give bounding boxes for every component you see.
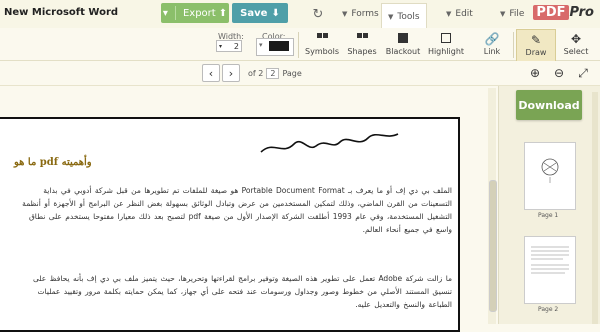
thumbnail-preview (541, 158, 559, 183)
menu-edit[interactable]: ▼ Edit (440, 4, 479, 24)
redo-icon[interactable]: ↻ (309, 5, 327, 23)
thumbnail-label: Page 1 (538, 212, 559, 219)
pencil-icon: ✎ (530, 33, 542, 47)
tool-symbols[interactable]: Symbols (304, 29, 340, 60)
tool-draw[interactable]: ✎ Draw (516, 29, 556, 62)
width-select[interactable]: ▾ 2 (216, 40, 242, 52)
page-thumbnail-2[interactable] (524, 236, 576, 304)
thumbnail-label: Page 2 (538, 306, 559, 313)
symbols-icon (316, 33, 328, 45)
download-button[interactable]: Download (516, 90, 582, 120)
page-indicator: of 2 2 Page (248, 68, 302, 79)
caret-icon: ▼ (500, 10, 506, 18)
menu-file[interactable]: ▼ File (494, 4, 530, 24)
tool-shapes[interactable]: Shapes (344, 29, 380, 60)
prev-page-button[interactable]: › (222, 64, 240, 82)
page-input[interactable]: 2 (266, 68, 280, 79)
move-icon: ✥ (570, 32, 582, 46)
blackout-icon (398, 33, 408, 45)
thumbnail-preview (531, 246, 569, 274)
page-thumbnail-1[interactable] (524, 142, 576, 210)
highlight-icon (441, 33, 451, 45)
chevron-down-icon: ▾ (259, 41, 263, 49)
paragraph: ما زالت شركة Adobe تعمل على تطوير هذه ال… (33, 274, 452, 309)
caret-icon: ▼ (388, 12, 394, 21)
chevron-down-icon: ▾ (219, 42, 223, 50)
next-page-button[interactable]: ‹ (202, 64, 220, 82)
link-icon: 🔗 (484, 32, 500, 46)
export-label: Export (182, 7, 216, 19)
zoom-in-icon[interactable]: ⊕ (526, 64, 544, 82)
shapes-icon (356, 33, 368, 45)
export-button[interactable]: ▾ Export ⬆ (161, 3, 229, 23)
tool-blackout[interactable]: Blackout (383, 29, 423, 60)
document-heading: ما هو pdf وأهميته (14, 157, 92, 168)
tool-select[interactable]: ✥ Select (560, 29, 592, 60)
save-label: Save (240, 7, 268, 19)
color-swatch (269, 41, 289, 51)
caret-icon: ▼ (342, 10, 348, 18)
tool-link[interactable]: 🔗 Link (480, 29, 504, 60)
tool-highlight[interactable]: Highlight (426, 29, 466, 60)
chevron-left-icon: › (228, 66, 234, 80)
document-scrollbar[interactable] (488, 88, 497, 324)
signature-drawing (260, 133, 399, 153)
caret-icon: ▼ (446, 10, 452, 18)
sidebar-scrollbar[interactable] (592, 92, 598, 324)
color-picker[interactable]: ▾ (256, 38, 294, 56)
chevron-right-icon: ‹ (208, 66, 214, 80)
fit-screen-icon[interactable]: ⤢ (574, 64, 592, 82)
tools-toolbar (0, 28, 600, 61)
document-title: New Microsoft Word (4, 7, 119, 18)
menu-tools[interactable]: ▼ Tools (381, 3, 427, 29)
save-button[interactable]: Save ⬇ (232, 3, 288, 23)
upload-icon: ⬆ (218, 7, 228, 19)
menu-forms[interactable]: ▼ Forms (336, 4, 385, 24)
download-icon: ⬇ (271, 7, 280, 19)
app-logo: PDF Pro (533, 5, 594, 20)
scrollbar-thumb[interactable] (489, 180, 497, 312)
zoom-out-icon[interactable]: ⊖ (550, 64, 568, 82)
paragraph: الملف بي دي إف أو ما يعرف بـ Portable Do… (22, 186, 452, 234)
export-icon: ▾ (162, 7, 168, 19)
